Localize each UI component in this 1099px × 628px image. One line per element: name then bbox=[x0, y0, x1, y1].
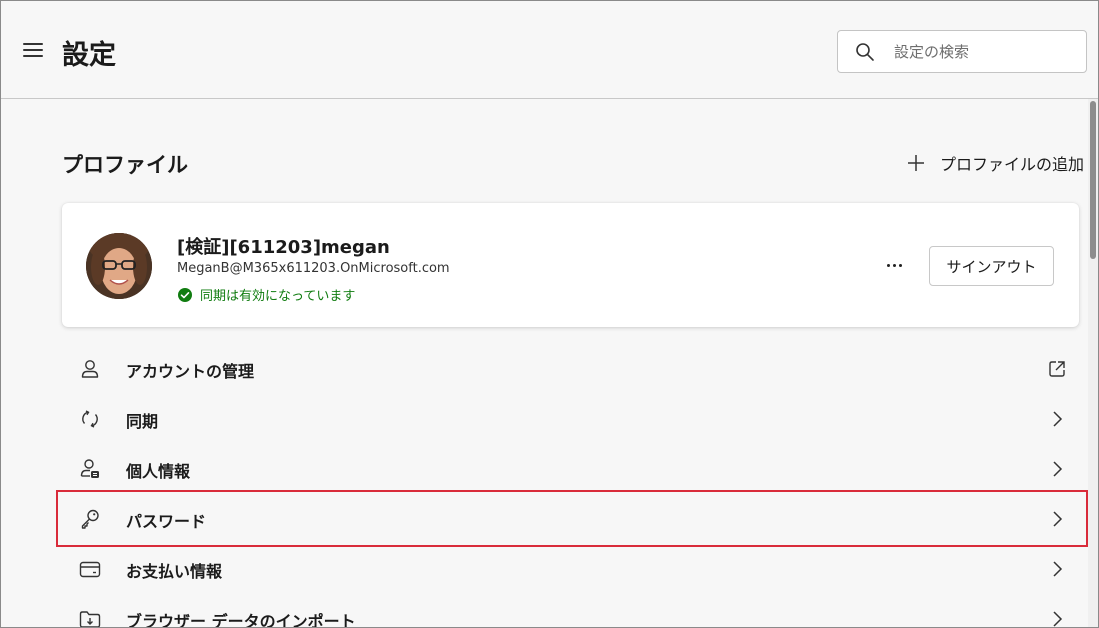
menu-item-label: パスワード bbox=[126, 512, 207, 531]
menu-item-passwords[interactable]: パスワード bbox=[62, 494, 1079, 544]
profile-email: MeganB@M365x611203.OnMicrosoft.com bbox=[177, 261, 450, 276]
scrollbar[interactable] bbox=[1088, 99, 1098, 627]
check-circle-icon bbox=[178, 287, 192, 302]
profile-name: [検証][611203]megan bbox=[177, 237, 390, 258]
menu-hamburger-icon[interactable] bbox=[23, 43, 43, 57]
section-title: プロファイル bbox=[62, 153, 188, 177]
add-profile-label: プロファイルの追加 bbox=[940, 155, 1085, 174]
sync-status: 同期は有効になっています bbox=[177, 285, 355, 304]
sync-status-text: 同期は有効になっています bbox=[200, 289, 356, 304]
import-folder-icon bbox=[79, 611, 101, 627]
menu-item-label: お支払い情報 bbox=[126, 562, 223, 581]
menu-item-sync[interactable]: 同期 bbox=[62, 394, 1079, 444]
chevron-right-icon bbox=[1053, 511, 1063, 527]
credit-card-icon bbox=[79, 561, 101, 578]
scrollbar-thumb[interactable] bbox=[1090, 101, 1096, 259]
search-box[interactable] bbox=[837, 30, 1087, 73]
add-profile-button[interactable]: プロファイルの追加 bbox=[906, 151, 1084, 175]
sign-out-button[interactable]: サインアウト bbox=[929, 246, 1054, 286]
personal-info-icon bbox=[80, 459, 99, 478]
chevron-right-icon bbox=[1053, 411, 1063, 427]
external-link-icon bbox=[1049, 361, 1065, 377]
search-input[interactable] bbox=[894, 39, 1074, 65]
key-icon bbox=[81, 509, 99, 529]
plus-icon bbox=[908, 155, 924, 171]
profile-card: [検証][611203]megan MeganB@M365x611203.OnM… bbox=[62, 203, 1079, 327]
menu-item-personal-info[interactable]: 個人情報 bbox=[62, 444, 1079, 494]
sync-icon bbox=[82, 410, 98, 428]
more-options-icon[interactable] bbox=[880, 253, 908, 277]
search-icon bbox=[856, 43, 874, 61]
menu-item-label: 個人情報 bbox=[126, 462, 191, 481]
menu-item-label: アカウントの管理 bbox=[126, 362, 255, 381]
menu-item-import-browser-data[interactable]: ブラウザー データのインポート bbox=[62, 594, 1079, 628]
chevron-right-icon bbox=[1053, 611, 1063, 627]
menu-item-account-management[interactable]: アカウントの管理 bbox=[62, 344, 1079, 394]
page-title: 設定 bbox=[62, 40, 116, 71]
settings-header: 設定 bbox=[1, 1, 1098, 99]
chevron-right-icon bbox=[1053, 461, 1063, 477]
menu-item-label: 同期 bbox=[126, 412, 159, 431]
settings-window: 設定 プロファイル プロファイルの追加 bbox=[0, 0, 1099, 628]
avatar bbox=[86, 233, 152, 299]
menu-item-payment-info[interactable]: お支払い情報 bbox=[62, 544, 1079, 594]
person-icon bbox=[81, 360, 99, 378]
chevron-right-icon bbox=[1053, 561, 1063, 577]
menu-item-label: ブラウザー データのインポート bbox=[126, 612, 356, 628]
